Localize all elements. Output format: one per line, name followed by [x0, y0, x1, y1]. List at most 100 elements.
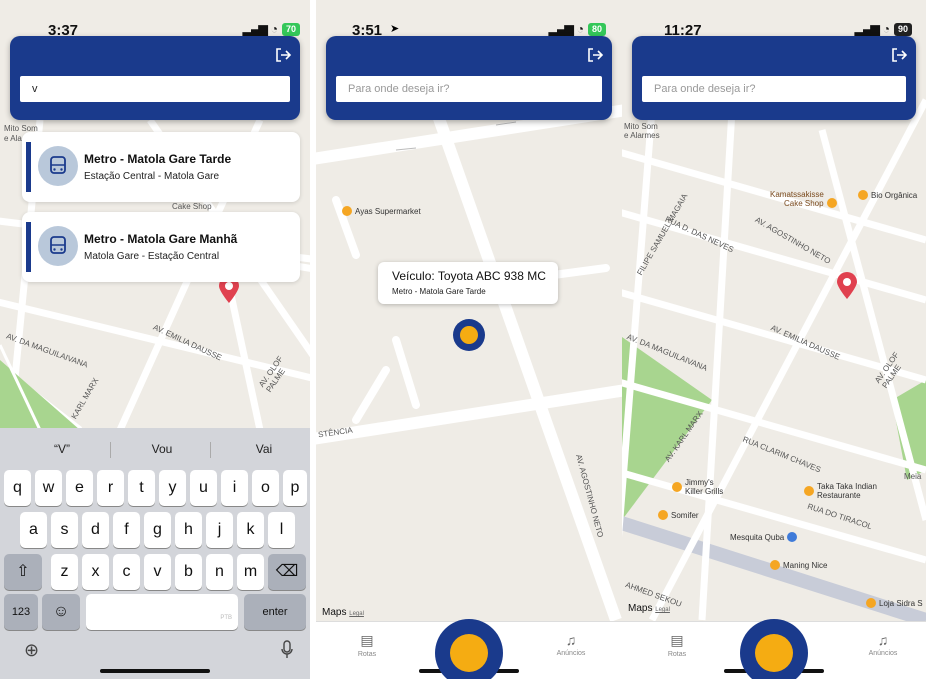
- key-j[interactable]: j: [206, 512, 233, 548]
- key-q[interactable]: q: [4, 470, 31, 506]
- suggestion[interactable]: “V”: [12, 442, 112, 456]
- status-icons: ▂▄▆ ◔ 90: [855, 22, 912, 36]
- key-u[interactable]: u: [190, 470, 217, 506]
- mosque-icon: [787, 532, 798, 542]
- space-key[interactable]: PTB: [86, 594, 238, 630]
- route-title: Metro - Matola Gare Manhã: [84, 232, 238, 246]
- key-z[interactable]: z: [51, 554, 78, 590]
- suggestion[interactable]: Vou: [112, 442, 212, 456]
- route-subtitle: Matola Gare - Estação Central: [84, 251, 220, 262]
- maps-attribution: Maps Legal: [322, 607, 364, 618]
- vehicle-name: Veículo: Toyota ABC 938 MC: [392, 269, 546, 283]
- vehicle-popup[interactable]: Veículo: Toyota ABC 938 MC Metro - Matol…: [378, 262, 558, 304]
- location-arrow-icon: ➤: [390, 23, 400, 35]
- key-p[interactable]: p: [283, 470, 307, 506]
- poi-label-line: Taka Taka Indian: [817, 482, 877, 491]
- key-y[interactable]: y: [159, 470, 186, 506]
- key-g[interactable]: g: [144, 512, 171, 548]
- map-poi[interactable]: Loja Sidra S: [866, 598, 923, 608]
- signal-icon: ▂▄▆: [548, 22, 574, 36]
- map-poi[interactable]: Somifer: [658, 510, 699, 520]
- nav-routes-label: Rotas: [357, 651, 377, 658]
- key-b[interactable]: b: [175, 554, 202, 590]
- key-m[interactable]: m: [237, 554, 264, 590]
- shop-icon: [866, 598, 876, 608]
- poi-label: Taka Taka Indian Restaurante: [817, 482, 877, 500]
- mic-icon[interactable]: [280, 640, 294, 660]
- search-input[interactable]: Para onde deseja ir?: [336, 76, 602, 102]
- screen-map-home: Mito Som e Alarmes Kamatssakisse Cake Sh…: [622, 0, 926, 679]
- logout-icon[interactable]: [586, 46, 604, 64]
- key-o[interactable]: o: [252, 470, 279, 506]
- poi-label-line: Killer Grills: [685, 487, 724, 496]
- map-poi[interactable]: Cake Shop: [784, 198, 837, 208]
- shop-icon: [658, 510, 668, 520]
- map-label: Meia: [904, 472, 922, 481]
- poi-label-line: Jimmy's: [685, 478, 714, 487]
- search-input[interactable]: Para onde deseja ir?: [642, 76, 906, 102]
- key-t[interactable]: t: [128, 470, 155, 506]
- map-poi[interactable]: Ayas Supermarket: [342, 206, 421, 216]
- nav-announcements[interactable]: ♫ Anúncios: [546, 632, 596, 657]
- key-r[interactable]: r: [97, 470, 124, 506]
- wifi-icon: ◔: [882, 22, 890, 36]
- restaurant-icon: [804, 486, 814, 496]
- key-v[interactable]: v: [144, 554, 171, 590]
- key-e[interactable]: e: [66, 470, 93, 506]
- key-l[interactable]: l: [268, 512, 295, 548]
- numbers-key[interactable]: 123: [4, 594, 38, 630]
- key-k[interactable]: k: [237, 512, 264, 548]
- divider: [210, 442, 211, 458]
- suggestion[interactable]: Vai: [214, 442, 310, 456]
- nav-announcements-label: Anúncios: [868, 650, 898, 657]
- map-label: Cake Shop: [172, 202, 212, 211]
- route-title: Metro - Matola Gare Tarde: [84, 152, 232, 166]
- enter-key[interactable]: enter: [244, 594, 306, 630]
- route-result-card[interactable]: Metro - Matola Gare Manhã Matola Gare - …: [22, 212, 300, 282]
- map-poi[interactable]: Taka Taka Indian Restaurante: [804, 482, 877, 500]
- bus-icon: ▤: [670, 632, 684, 648]
- status-bar: 3:51 ➤ ▂▄▆ ◔ 80: [316, 0, 622, 40]
- top-header: v: [10, 36, 300, 120]
- vehicle-route: Metro - Matola Gare Tarde: [392, 287, 486, 296]
- legal-link[interactable]: Legal: [655, 607, 670, 613]
- nav-routes[interactable]: ▤ Rotas: [342, 632, 392, 658]
- wifi-icon: ◔: [576, 22, 584, 36]
- logout-icon[interactable]: [274, 46, 292, 64]
- pin-icon[interactable]: [836, 272, 858, 300]
- backspace-key[interactable]: ⌫: [268, 554, 306, 590]
- vehicle-marker[interactable]: [452, 318, 486, 352]
- center-action-button[interactable]: [435, 619, 503, 679]
- key-a[interactable]: a: [20, 512, 47, 548]
- nav-routes[interactable]: ▤ Rotas: [652, 632, 702, 658]
- key-d[interactable]: d: [82, 512, 109, 548]
- poi-label: Ayas Supermarket: [355, 206, 421, 216]
- nav-announcements[interactable]: ♫ Anúncios: [858, 632, 908, 657]
- logout-icon[interactable]: [890, 46, 908, 64]
- search-input[interactable]: v: [20, 76, 290, 102]
- key-w[interactable]: w: [35, 470, 62, 506]
- maps-text: Maps: [322, 607, 347, 618]
- poi-label: Somifer: [671, 510, 699, 520]
- shift-key[interactable]: ⇧: [4, 554, 42, 590]
- key-i[interactable]: i: [221, 470, 248, 506]
- shift-icon: ⇧: [16, 563, 30, 580]
- center-action-button[interactable]: [740, 619, 808, 679]
- key-x[interactable]: x: [82, 554, 109, 590]
- key-s[interactable]: s: [51, 512, 78, 548]
- map-poi[interactable]: Maning Nice: [770, 560, 827, 570]
- map-poi[interactable]: Mesquita Quba: [730, 532, 798, 542]
- wifi-icon: ◔: [270, 22, 278, 36]
- globe-icon[interactable]: ⊕: [24, 640, 39, 661]
- emoji-key[interactable]: ☺: [42, 594, 80, 630]
- map-poi[interactable]: Jimmy's Killer Grills: [672, 478, 723, 496]
- route-result-card[interactable]: Metro - Matola Gare Tarde Estação Centra…: [22, 132, 300, 202]
- map-poi[interactable]: Bio Orgânica: [858, 190, 917, 200]
- poi-label: Maning Nice: [783, 560, 828, 570]
- key-f[interactable]: f: [113, 512, 140, 548]
- key-c[interactable]: c: [113, 554, 140, 590]
- key-h[interactable]: h: [175, 512, 202, 548]
- key-n[interactable]: n: [206, 554, 233, 590]
- legal-link[interactable]: Legal: [349, 611, 364, 617]
- maps-text: Maps: [628, 603, 653, 614]
